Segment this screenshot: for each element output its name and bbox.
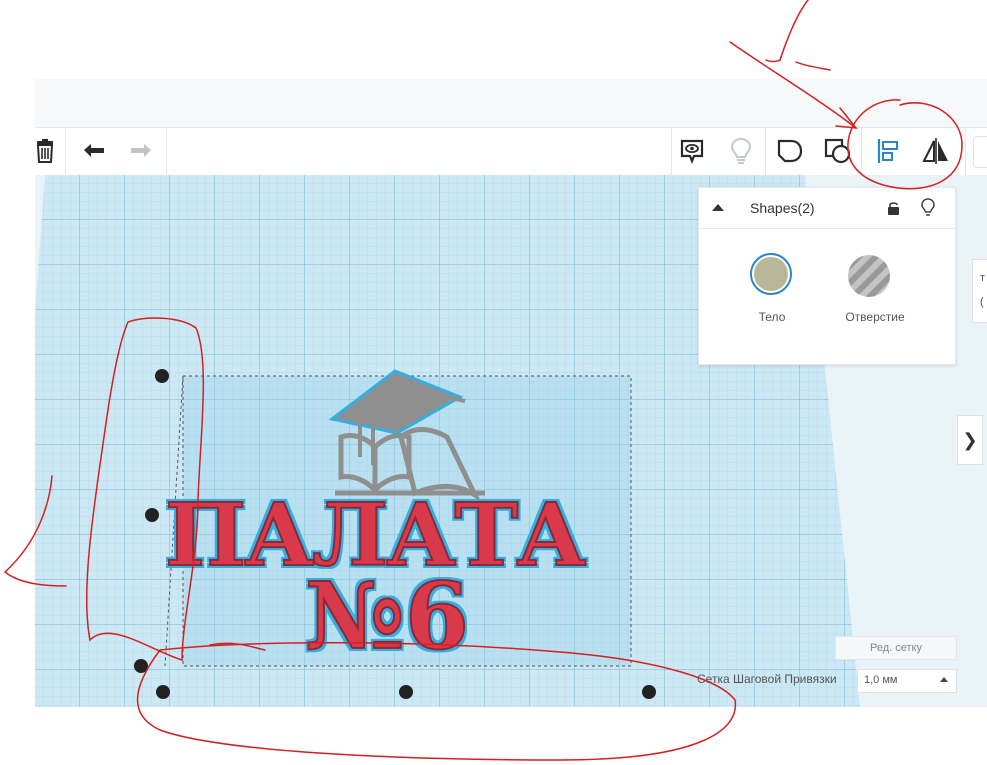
group-button[interactable] xyxy=(773,134,807,168)
light-button[interactable] xyxy=(724,134,758,168)
ungroup-shapes-icon xyxy=(824,138,851,164)
toolbar-overflow-box[interactable] xyxy=(973,136,987,168)
selection-handle[interactable] xyxy=(134,659,148,673)
selection-handle[interactable] xyxy=(399,685,413,699)
hole-swatch[interactable] xyxy=(848,255,890,297)
group-shapes-icon xyxy=(777,139,803,163)
selection-handle[interactable] xyxy=(145,508,159,522)
lightbulb-icon xyxy=(730,137,752,164)
lock-icon[interactable] xyxy=(887,201,900,215)
redo-button[interactable] xyxy=(124,134,158,168)
align-button[interactable] xyxy=(871,134,905,168)
selection-handle[interactable] xyxy=(642,685,656,699)
toolbar-divider xyxy=(671,128,672,175)
annotation-stroke xyxy=(779,0,809,61)
snap-grid-label: Сетка Шаговой Привязки xyxy=(697,672,837,686)
lightbulb-icon[interactable] xyxy=(921,198,935,218)
toolbar-divider xyxy=(861,128,862,175)
snap-grid-value: 1,0 мм xyxy=(864,674,898,686)
speech-eye-icon xyxy=(680,139,704,164)
toolbar xyxy=(35,128,987,176)
caret-up-icon xyxy=(940,677,948,682)
toolbar-divider xyxy=(965,128,966,175)
trash-icon xyxy=(36,139,54,163)
expand-panel-button[interactable]: ❯ xyxy=(957,415,983,465)
side-panel-edge[interactable]: т ( xyxy=(972,259,987,323)
selection-handle[interactable] xyxy=(155,369,169,383)
solid-label: Тело xyxy=(758,310,786,324)
selection-handle[interactable] xyxy=(156,685,170,699)
align-icon xyxy=(877,139,898,163)
redo-arrow-icon xyxy=(131,144,151,157)
mirror-icon xyxy=(922,138,948,164)
app-window: ПАЛАТА №6 Shapes(2) Тело Отверстие т (❯… xyxy=(35,79,987,707)
snap-grid-select[interactable]: 1,0 мм xyxy=(857,669,957,693)
shapes-panel-header: Shapes(2) xyxy=(699,188,955,229)
solid-swatch[interactable] xyxy=(750,253,792,295)
edge-text: ( xyxy=(980,296,984,308)
undo-button[interactable] xyxy=(77,134,111,168)
toolbar-divider xyxy=(166,128,167,175)
ungroup-button[interactable] xyxy=(821,134,855,168)
chevron-right-icon: ❯ xyxy=(962,429,978,450)
graduation-book-emblem[interactable] xyxy=(328,369,485,503)
edit-grid-button[interactable]: Ред. сетку xyxy=(835,636,957,660)
collapse-caret-icon[interactable] xyxy=(712,204,724,211)
top-bar xyxy=(35,79,987,128)
undo-arrow-icon xyxy=(84,144,104,157)
solid-color-fill xyxy=(754,257,788,291)
edge-text: т xyxy=(980,272,986,284)
shapes-panel-title: Shapes(2) xyxy=(750,200,815,216)
annotation-stroke xyxy=(795,61,831,71)
shapes-panel: Shapes(2) Тело Отверстие xyxy=(698,187,956,365)
toolbar-divider xyxy=(65,128,66,175)
toolbar-divider xyxy=(765,128,766,175)
notes-button[interactable] xyxy=(675,134,709,168)
mirror-button[interactable] xyxy=(919,134,953,168)
model-text-line2[interactable]: №6 xyxy=(304,569,470,663)
annotation-stroke xyxy=(765,59,781,63)
hole-label: Отверстие xyxy=(845,310,905,324)
delete-button[interactable] xyxy=(35,134,62,168)
